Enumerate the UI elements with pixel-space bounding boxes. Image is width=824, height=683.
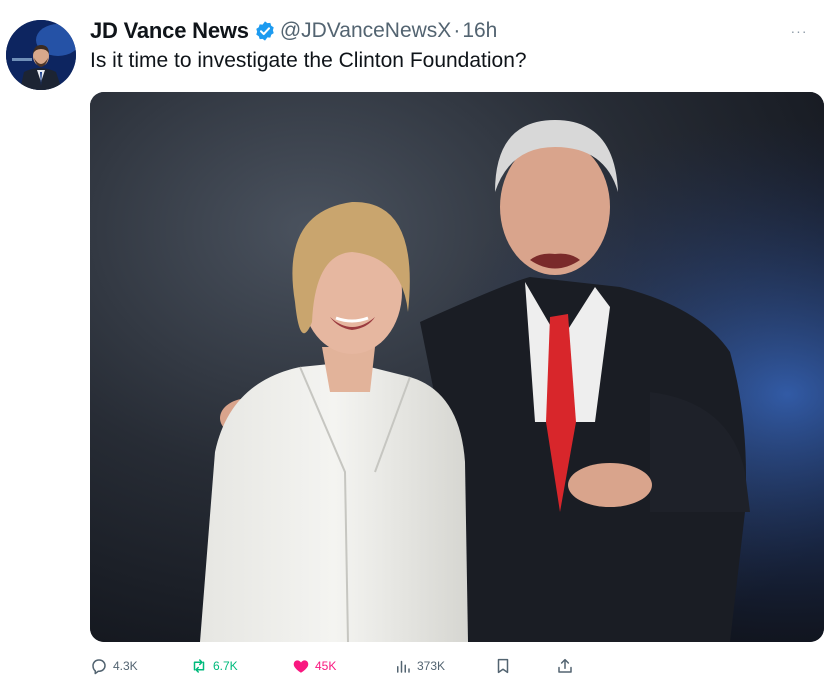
like-button[interactable]: 45K bbox=[292, 653, 336, 679]
repost-count: 6.7K bbox=[213, 659, 238, 673]
verified-badge-icon bbox=[254, 20, 276, 42]
reply-count: 4.3K bbox=[113, 659, 138, 673]
views-count: 373K bbox=[417, 659, 446, 673]
separator-dot: · bbox=[453, 19, 461, 42]
reply-button[interactable]: 4.3K bbox=[90, 653, 138, 679]
repost-button[interactable]: 6.7K bbox=[190, 653, 238, 679]
timestamp[interactable]: 16h bbox=[462, 19, 497, 43]
tweet-actions: 4.3K 6.7K 45K 373K bbox=[90, 653, 824, 679]
like-count: 45K bbox=[315, 659, 337, 673]
tweet[interactable]: JD Vance News @JDVanceNewsX · 16h ··· Is… bbox=[0, 0, 824, 683]
media-photo bbox=[90, 92, 824, 642]
handle[interactable]: @JDVanceNewsX bbox=[280, 19, 452, 43]
share-icon bbox=[558, 658, 572, 673]
reply-icon bbox=[92, 659, 106, 675]
avatar[interactable] bbox=[6, 20, 76, 90]
tweet-media[interactable] bbox=[90, 92, 824, 642]
bookmark-icon bbox=[497, 658, 509, 674]
share-button[interactable] bbox=[556, 653, 579, 679]
tweet-header: JD Vance News @JDVanceNewsX · 16h ··· bbox=[90, 16, 810, 46]
repost-icon bbox=[193, 659, 205, 673]
more-options-icon[interactable]: ··· bbox=[788, 16, 810, 46]
views-button[interactable]: 373K bbox=[394, 653, 445, 679]
bookmark-button[interactable] bbox=[494, 653, 517, 679]
views-icon bbox=[397, 660, 410, 673]
tweet-text: Is it time to investigate the Clinton Fo… bbox=[90, 49, 527, 72]
heart-icon bbox=[293, 660, 309, 673]
display-name[interactable]: JD Vance News bbox=[90, 18, 249, 44]
avatar-image bbox=[6, 20, 76, 90]
